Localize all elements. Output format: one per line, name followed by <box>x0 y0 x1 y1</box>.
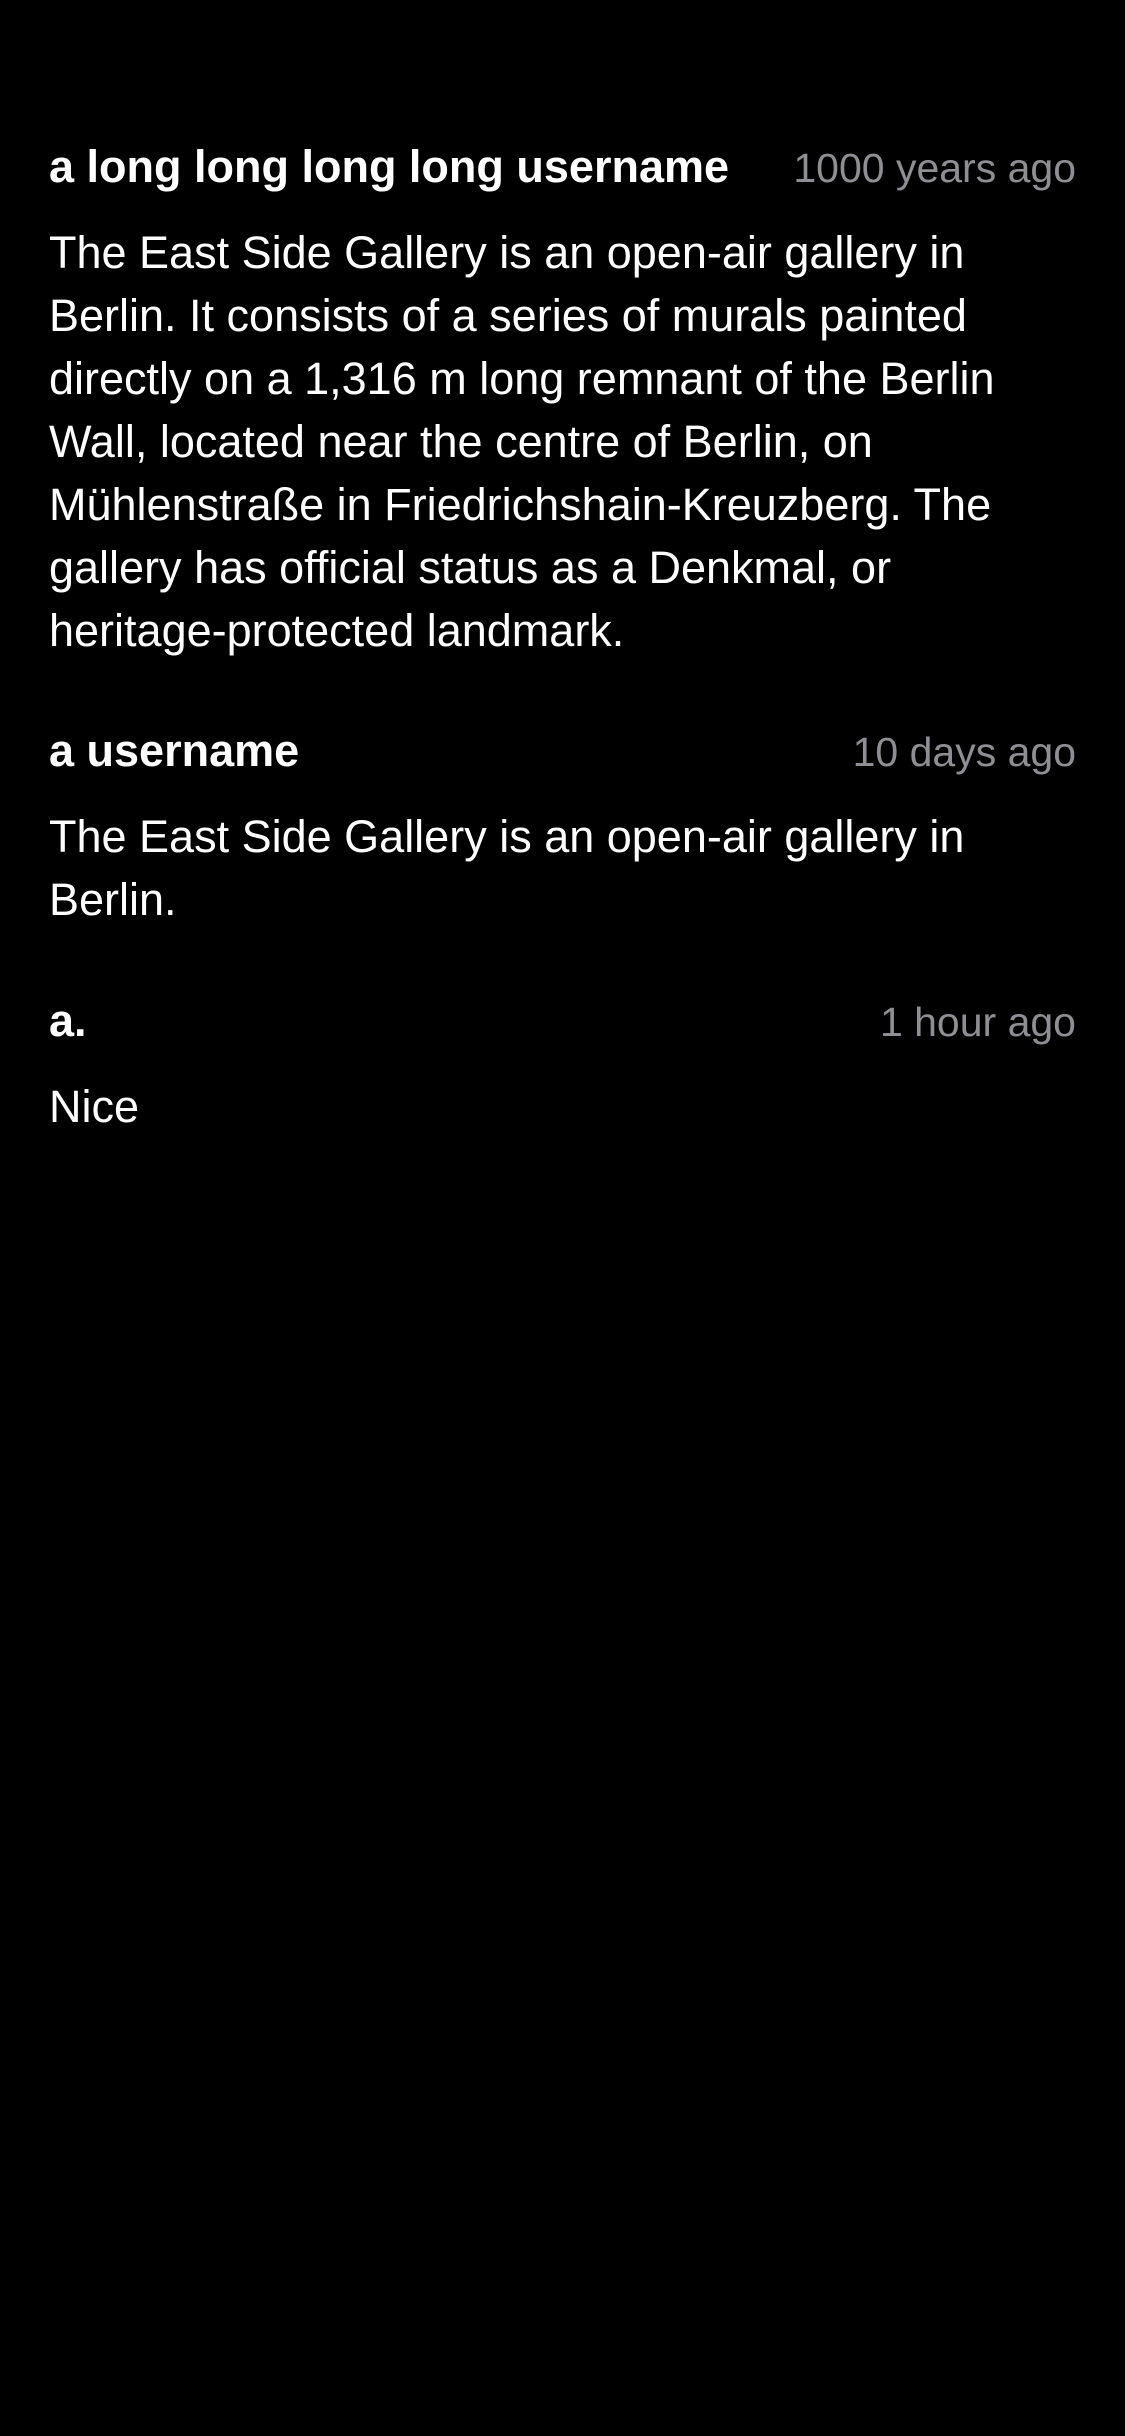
comment-timestamp: 10 days ago <box>852 729 1076 775</box>
comment-header: a. 1 hour ago <box>49 994 1076 1049</box>
comment[interactable]: a username 10 days ago The East Side Gal… <box>49 724 1076 931</box>
comment-username[interactable]: a. <box>49 994 87 1048</box>
comment[interactable]: a. 1 hour ago Nice <box>49 994 1076 1138</box>
comment-body: Nice <box>49 1081 140 1132</box>
comment-timestamp: 1000 years ago <box>793 145 1076 191</box>
comment-timestamp: 1 hour ago <box>879 999 1076 1045</box>
comment-username[interactable]: a username <box>49 724 299 778</box>
comment-body: The East Side Gallery is an open-air gal… <box>49 811 965 925</box>
comment-header: a long long long long username 1000 year… <box>49 140 1076 195</box>
comment-body: The East Side Gallery is an open-air gal… <box>49 227 995 656</box>
comment[interactable]: a long long long long username 1000 year… <box>49 140 1076 662</box>
comment-header: a username 10 days ago <box>49 724 1076 779</box>
comment-username[interactable]: a long long long long username <box>49 140 729 194</box>
